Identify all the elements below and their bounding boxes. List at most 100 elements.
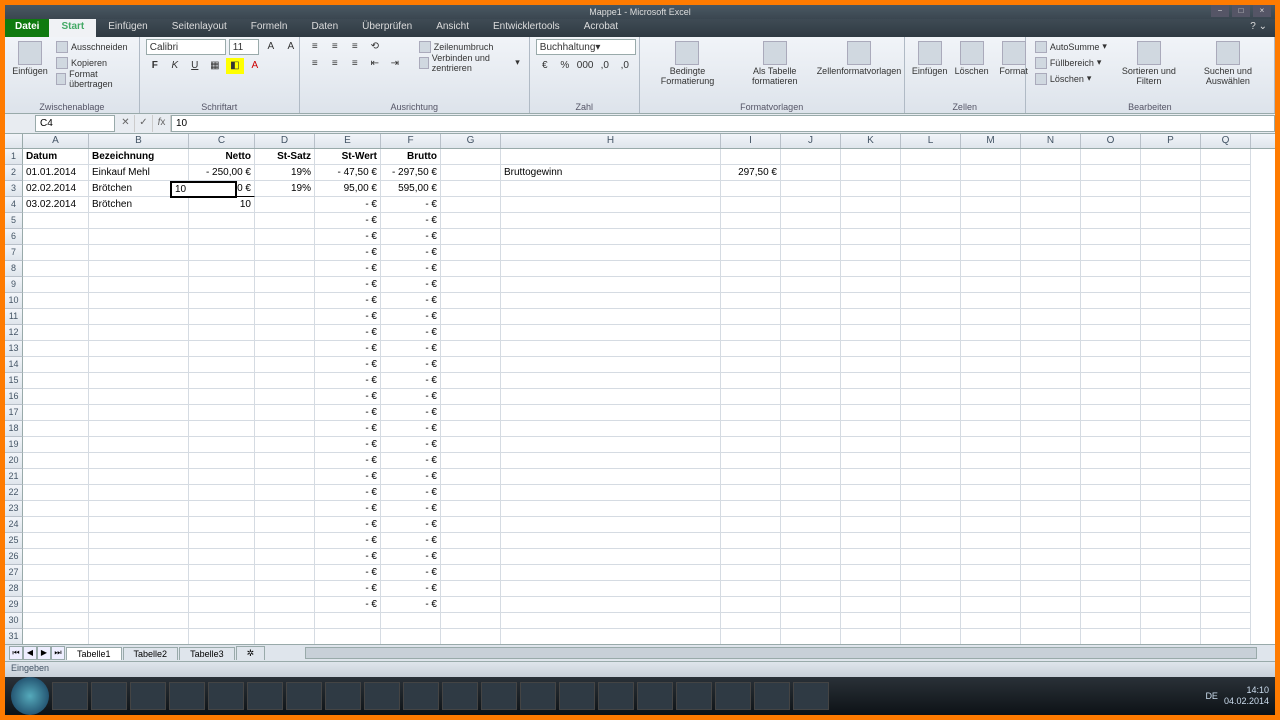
cell-G1[interactable] bbox=[441, 149, 501, 165]
cell-J22[interactable] bbox=[781, 485, 841, 501]
cell-Q19[interactable] bbox=[1201, 437, 1251, 453]
row-header[interactable]: 19 bbox=[5, 437, 23, 453]
cell-M25[interactable] bbox=[961, 533, 1021, 549]
row-header[interactable]: 17 bbox=[5, 405, 23, 421]
cell-J11[interactable] bbox=[781, 309, 841, 325]
cell-I15[interactable] bbox=[721, 373, 781, 389]
cell-L22[interactable] bbox=[901, 485, 961, 501]
cell-C8[interactable] bbox=[189, 261, 255, 277]
horizontal-scrollbar[interactable] bbox=[305, 647, 1257, 659]
cell-G25[interactable] bbox=[441, 533, 501, 549]
cell-A21[interactable] bbox=[23, 469, 89, 485]
cell-H29[interactable] bbox=[501, 597, 721, 613]
cell-H16[interactable] bbox=[501, 389, 721, 405]
cell-B7[interactable] bbox=[89, 245, 189, 261]
row-header[interactable]: 12 bbox=[5, 325, 23, 341]
cell-F18[interactable]: - € bbox=[381, 421, 441, 437]
cell-G7[interactable] bbox=[441, 245, 501, 261]
cell-E23[interactable]: - € bbox=[315, 501, 381, 517]
cell-M24[interactable] bbox=[961, 517, 1021, 533]
cell-O11[interactable] bbox=[1081, 309, 1141, 325]
cell-P28[interactable] bbox=[1141, 581, 1201, 597]
row-header[interactable]: 21 bbox=[5, 469, 23, 485]
cell-O18[interactable] bbox=[1081, 421, 1141, 437]
cell-P18[interactable] bbox=[1141, 421, 1201, 437]
cell-K5[interactable] bbox=[841, 213, 901, 229]
cell-I22[interactable] bbox=[721, 485, 781, 501]
cell-N18[interactable] bbox=[1021, 421, 1081, 437]
cell-B26[interactable] bbox=[89, 549, 189, 565]
sheet-nav-last[interactable]: ⏭ bbox=[51, 646, 65, 660]
cell-O31[interactable] bbox=[1081, 629, 1141, 644]
cell-C15[interactable] bbox=[189, 373, 255, 389]
cell-O1[interactable] bbox=[1081, 149, 1141, 165]
cell-O16[interactable] bbox=[1081, 389, 1141, 405]
row-header[interactable]: 25 bbox=[5, 533, 23, 549]
cell-N15[interactable] bbox=[1021, 373, 1081, 389]
cell-M13[interactable] bbox=[961, 341, 1021, 357]
cell-I29[interactable] bbox=[721, 597, 781, 613]
cell-L1[interactable] bbox=[901, 149, 961, 165]
cell-J25[interactable] bbox=[781, 533, 841, 549]
fill-button[interactable]: Füllbereich ▾ bbox=[1032, 55, 1110, 70]
taskbar-app-icon[interactable] bbox=[676, 682, 712, 710]
cell-M29[interactable] bbox=[961, 597, 1021, 613]
cell-B12[interactable] bbox=[89, 325, 189, 341]
cell-G27[interactable] bbox=[441, 565, 501, 581]
cell-H4[interactable] bbox=[501, 197, 721, 213]
cell-D4[interactable] bbox=[255, 197, 315, 213]
cell-H7[interactable] bbox=[501, 245, 721, 261]
format-painter-button[interactable]: Format übertragen bbox=[53, 71, 133, 86]
cell-J12[interactable] bbox=[781, 325, 841, 341]
cell-N19[interactable] bbox=[1021, 437, 1081, 453]
cell-C9[interactable] bbox=[189, 277, 255, 293]
cond-format-button[interactable]: Bedingte Formatierung bbox=[646, 39, 729, 88]
row-header[interactable]: 8 bbox=[5, 261, 23, 277]
row-header[interactable]: 11 bbox=[5, 309, 23, 325]
cell-G17[interactable] bbox=[441, 405, 501, 421]
cell-J17[interactable] bbox=[781, 405, 841, 421]
close-button[interactable]: × bbox=[1253, 5, 1271, 17]
cell-F23[interactable]: - € bbox=[381, 501, 441, 517]
cell-E6[interactable]: - € bbox=[315, 229, 381, 245]
cell-G9[interactable] bbox=[441, 277, 501, 293]
sheet-nav-next[interactable]: ▶ bbox=[37, 646, 51, 660]
cell-E19[interactable]: - € bbox=[315, 437, 381, 453]
row-header[interactable]: 31 bbox=[5, 629, 23, 644]
cell-D22[interactable] bbox=[255, 485, 315, 501]
cell-Q22[interactable] bbox=[1201, 485, 1251, 501]
cell-K17[interactable] bbox=[841, 405, 901, 421]
cell-E12[interactable]: - € bbox=[315, 325, 381, 341]
cell-D28[interactable] bbox=[255, 581, 315, 597]
cell-O25[interactable] bbox=[1081, 533, 1141, 549]
taskbar-app-icon[interactable] bbox=[403, 682, 439, 710]
cell-C20[interactable] bbox=[189, 453, 255, 469]
cell-J18[interactable] bbox=[781, 421, 841, 437]
cell-K14[interactable] bbox=[841, 357, 901, 373]
cell-G19[interactable] bbox=[441, 437, 501, 453]
cell-K12[interactable] bbox=[841, 325, 901, 341]
cell-Q21[interactable] bbox=[1201, 469, 1251, 485]
col-header-O[interactable]: O bbox=[1081, 134, 1141, 148]
cell-E24[interactable]: - € bbox=[315, 517, 381, 533]
cell-F4[interactable]: - € bbox=[381, 197, 441, 213]
taskbar-app-icon[interactable] bbox=[481, 682, 517, 710]
cell-C14[interactable] bbox=[189, 357, 255, 373]
cell-B4[interactable]: Brötchen bbox=[89, 197, 189, 213]
cell-I7[interactable] bbox=[721, 245, 781, 261]
shrink-font-button[interactable]: A bbox=[282, 39, 300, 55]
cell-M9[interactable] bbox=[961, 277, 1021, 293]
col-header-G[interactable]: G bbox=[441, 134, 501, 148]
cell-A29[interactable] bbox=[23, 597, 89, 613]
cell-I2[interactable]: 297,50 € bbox=[721, 165, 781, 181]
row-header[interactable]: 20 bbox=[5, 453, 23, 469]
cell-N14[interactable] bbox=[1021, 357, 1081, 373]
cell-N31[interactable] bbox=[1021, 629, 1081, 644]
cell-D25[interactable] bbox=[255, 533, 315, 549]
cell-F17[interactable]: - € bbox=[381, 405, 441, 421]
indent-dec-button[interactable]: ⇤ bbox=[366, 56, 384, 72]
cell-M7[interactable] bbox=[961, 245, 1021, 261]
cell-B14[interactable] bbox=[89, 357, 189, 373]
cell-H23[interactable] bbox=[501, 501, 721, 517]
cell-A4[interactable]: 03.02.2014 bbox=[23, 197, 89, 213]
